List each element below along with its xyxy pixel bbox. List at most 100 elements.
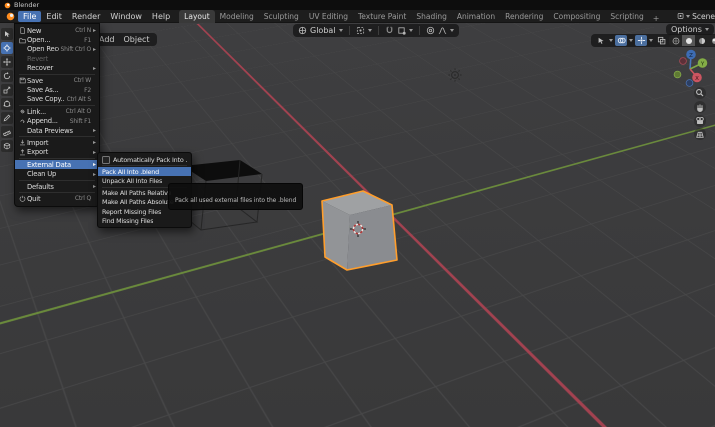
save-disk-icon [18, 77, 27, 84]
menu-add[interactable]: Add [99, 35, 115, 44]
submenu-arrow-icon: ▸ [91, 45, 96, 54]
tab-layout[interactable]: Layout [179, 10, 215, 23]
pan-button[interactable] [694, 101, 706, 113]
pivot-point-icon[interactable] [356, 26, 365, 35]
tab-animation[interactable]: Animation [452, 10, 500, 23]
tab-scripting[interactable]: Scripting [605, 10, 648, 23]
tab-uv-editing[interactable]: UV Editing [304, 10, 353, 23]
tool-select-box[interactable] [1, 28, 13, 40]
add-workspace-button[interactable]: + [649, 14, 664, 23]
file-menu-save[interactable]: Save Ctrl W [15, 76, 99, 85]
tooltip: Pack all used external files into the .b… [168, 183, 303, 210]
axis-neg-x-ball[interactable] [680, 58, 687, 65]
file-menu-open[interactable]: Open... F1 [15, 35, 99, 44]
show-overlays-toggle[interactable] [615, 35, 627, 46]
file-menu-import[interactable]: Import ▸ [15, 138, 99, 147]
viewport-3d[interactable]: Z Y X [0, 23, 715, 427]
import-icon [18, 139, 27, 146]
chevron-down-icon[interactable] [450, 29, 454, 32]
checkbox-unchecked[interactable] [102, 156, 110, 164]
tool-transform[interactable] [1, 98, 13, 110]
scene-name: Scene [692, 12, 715, 21]
file-menu-external-data[interactable]: External Data ▸ [15, 160, 99, 169]
divider [378, 26, 379, 35]
chevron-down-icon[interactable] [368, 29, 372, 32]
submenu-find-missing[interactable]: Find Missing Files [98, 216, 191, 225]
submenu-arrow-icon: ▸ [91, 64, 96, 73]
menu-separator [19, 74, 95, 75]
falloff-curve-icon[interactable] [438, 26, 447, 35]
scene-icon [677, 12, 684, 20]
perspective-toggle-button[interactable] [694, 128, 706, 140]
blender-menu-icon[interactable] [6, 12, 15, 21]
scene-selector[interactable]: Scene [677, 12, 715, 21]
menu-help[interactable]: Help [147, 11, 175, 22]
shading-wireframe-button[interactable] [669, 35, 682, 46]
file-menu-new[interactable]: New Ctrl N ▸ [15, 26, 99, 35]
tab-shading[interactable]: Shading [411, 10, 451, 23]
tool-cursor[interactable] [1, 42, 13, 54]
menu-edit[interactable]: Edit [41, 11, 67, 22]
shading-rendered-button[interactable] [708, 35, 715, 46]
chevron-down-icon[interactable] [609, 39, 613, 42]
file-menu-quit[interactable]: Quit Ctrl Q [15, 194, 99, 203]
shading-material-button[interactable] [695, 35, 708, 46]
chevron-down-icon [686, 15, 690, 18]
tool-rotate[interactable] [1, 70, 13, 82]
file-menu-open-recent[interactable]: Open Recent Shift Ctrl O ▸ [15, 45, 99, 54]
file-menu-save-copy[interactable]: Save Copy... Ctrl Alt S [15, 95, 99, 104]
file-menu-defaults[interactable]: Defaults ▸ [15, 182, 99, 191]
tool-add-cube[interactable] [1, 140, 13, 152]
options-label: Options [671, 25, 702, 34]
tab-rendering[interactable]: Rendering [500, 10, 548, 23]
measure-ruler-icon [3, 128, 11, 136]
tab-sculpting[interactable]: Sculpting [259, 10, 304, 23]
tool-move[interactable] [1, 56, 13, 68]
menu-window[interactable]: Window [105, 11, 147, 22]
file-menu-revert[interactable]: Revert [15, 54, 99, 63]
file-menu-dropdown: New Ctrl N ▸ Open... F1 Open Recent Shif… [14, 23, 100, 207]
topbar: File Edit Render Window Help Layout Mode… [0, 10, 715, 23]
chevron-down-icon[interactable] [629, 39, 633, 42]
submenu-auto-pack[interactable]: Automatically Pack Into .blend [98, 155, 191, 164]
submenu-pack-all[interactable]: Pack All Into .blend [98, 167, 191, 176]
show-gizmo-toggle[interactable] [595, 35, 607, 46]
show-gizmo-object-toggle[interactable] [635, 35, 647, 46]
cube-object[interactable] [322, 191, 397, 270]
file-menu-link[interactable]: Link... Ctrl Alt O [15, 107, 99, 116]
options-pill[interactable]: Options [666, 24, 714, 35]
zoom-button[interactable] [694, 87, 706, 99]
chevron-down-icon[interactable] [409, 29, 413, 32]
file-menu-append[interactable]: Append... Shift F1 [15, 117, 99, 126]
file-menu-save-as[interactable]: Save As... F2 [15, 85, 99, 94]
axis-neg-z-ball[interactable] [686, 80, 693, 87]
menu-file[interactable]: File [18, 11, 41, 22]
orientation-select[interactable]: Global [310, 26, 336, 35]
tool-annotate[interactable] [1, 112, 13, 124]
shading-solid-button[interactable] [682, 35, 695, 46]
tab-texture-paint[interactable]: Texture Paint [353, 10, 411, 23]
xray-toggle[interactable] [655, 35, 667, 46]
snap-magnet-icon[interactable] [385, 26, 394, 35]
tool-measure[interactable] [1, 126, 13, 138]
file-menu-clean-up[interactable]: Clean Up ▸ [15, 169, 99, 178]
camera-view-button[interactable] [694, 115, 706, 127]
file-menu-data-previews[interactable]: Data Previews ▸ [15, 126, 99, 135]
tab-compositing[interactable]: Compositing [548, 10, 605, 23]
chevron-down-icon[interactable] [649, 39, 653, 42]
snap-target-icon[interactable] [397, 26, 406, 35]
rotate-icon [3, 72, 11, 80]
tool-scale[interactable] [1, 84, 13, 96]
axis-neg-y-ball[interactable] [674, 71, 681, 78]
annotate-pen-icon [3, 114, 11, 122]
file-menu-recover[interactable]: Recover ▸ [15, 64, 99, 73]
file-menu-export[interactable]: Export ▸ [15, 148, 99, 157]
menu-object[interactable]: Object [124, 35, 150, 44]
chevron-down-icon[interactable] [339, 29, 343, 32]
light-object[interactable] [448, 68, 461, 81]
proportional-editing-icon[interactable] [426, 26, 435, 35]
xray-icon [657, 36, 666, 45]
tab-modeling[interactable]: Modeling [215, 10, 259, 23]
navigation-gizmo[interactable]: Z Y X [674, 50, 707, 87]
menu-render[interactable]: Render [67, 11, 105, 22]
